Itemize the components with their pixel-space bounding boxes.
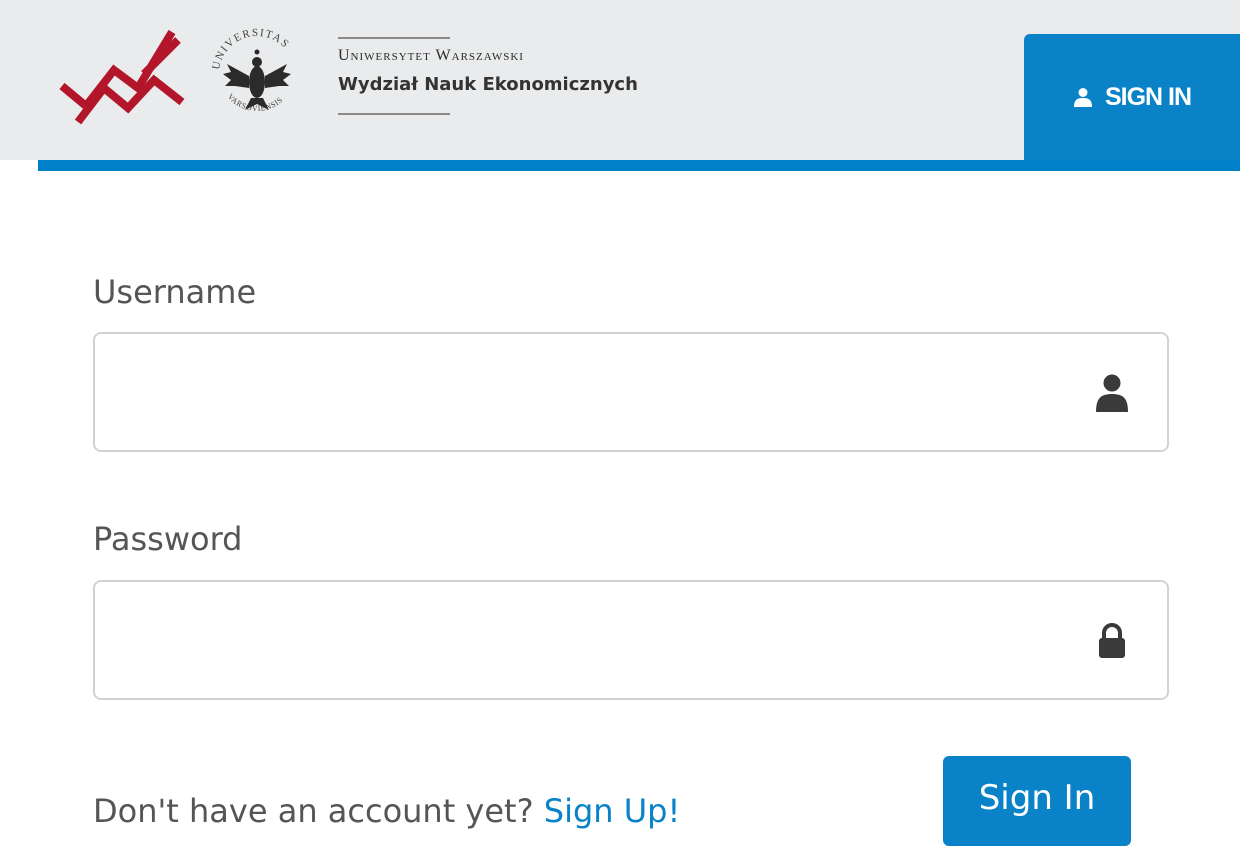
password-input[interactable] bbox=[95, 582, 1075, 698]
header-accent-bar bbox=[38, 160, 1240, 171]
signup-prompt: Don't have an account yet? Sign Up! bbox=[93, 792, 680, 830]
university-seal: UNIVERSITAS VARSOVIENSIS bbox=[210, 27, 292, 113]
university-name: Uniwersytet Warszawski bbox=[338, 47, 524, 64]
faculty-name: Wydział Nauk Ekonomicznych bbox=[338, 74, 638, 95]
sign-up-link[interactable]: Sign Up! bbox=[544, 792, 681, 830]
sign-in-tab[interactable]: SIGN IN bbox=[1024, 34, 1240, 160]
user-icon bbox=[1096, 374, 1128, 412]
sign-in-tab-label: SIGN IN bbox=[1104, 82, 1192, 111]
password-label: Password bbox=[93, 520, 243, 558]
signup-prompt-text: Don't have an account yet? bbox=[93, 792, 544, 830]
lock-icon bbox=[1099, 623, 1125, 658]
sign-in-button[interactable]: Sign In bbox=[943, 756, 1131, 846]
title-rule-bottom bbox=[338, 113, 450, 115]
user-icon bbox=[1073, 88, 1092, 107]
username-field[interactable] bbox=[93, 332, 1169, 452]
title-rule-top bbox=[338, 37, 450, 39]
site-header: UNIVERSITAS VARSOVIENSIS Uniwersytet War… bbox=[0, 0, 1240, 171]
username-input[interactable] bbox=[95, 334, 1075, 450]
password-field[interactable] bbox=[93, 580, 1169, 700]
svg-text:UNIVERSITAS: UNIVERSITAS bbox=[210, 27, 292, 71]
faculty-logo[interactable] bbox=[58, 24, 188, 126]
username-label: Username bbox=[93, 273, 257, 311]
